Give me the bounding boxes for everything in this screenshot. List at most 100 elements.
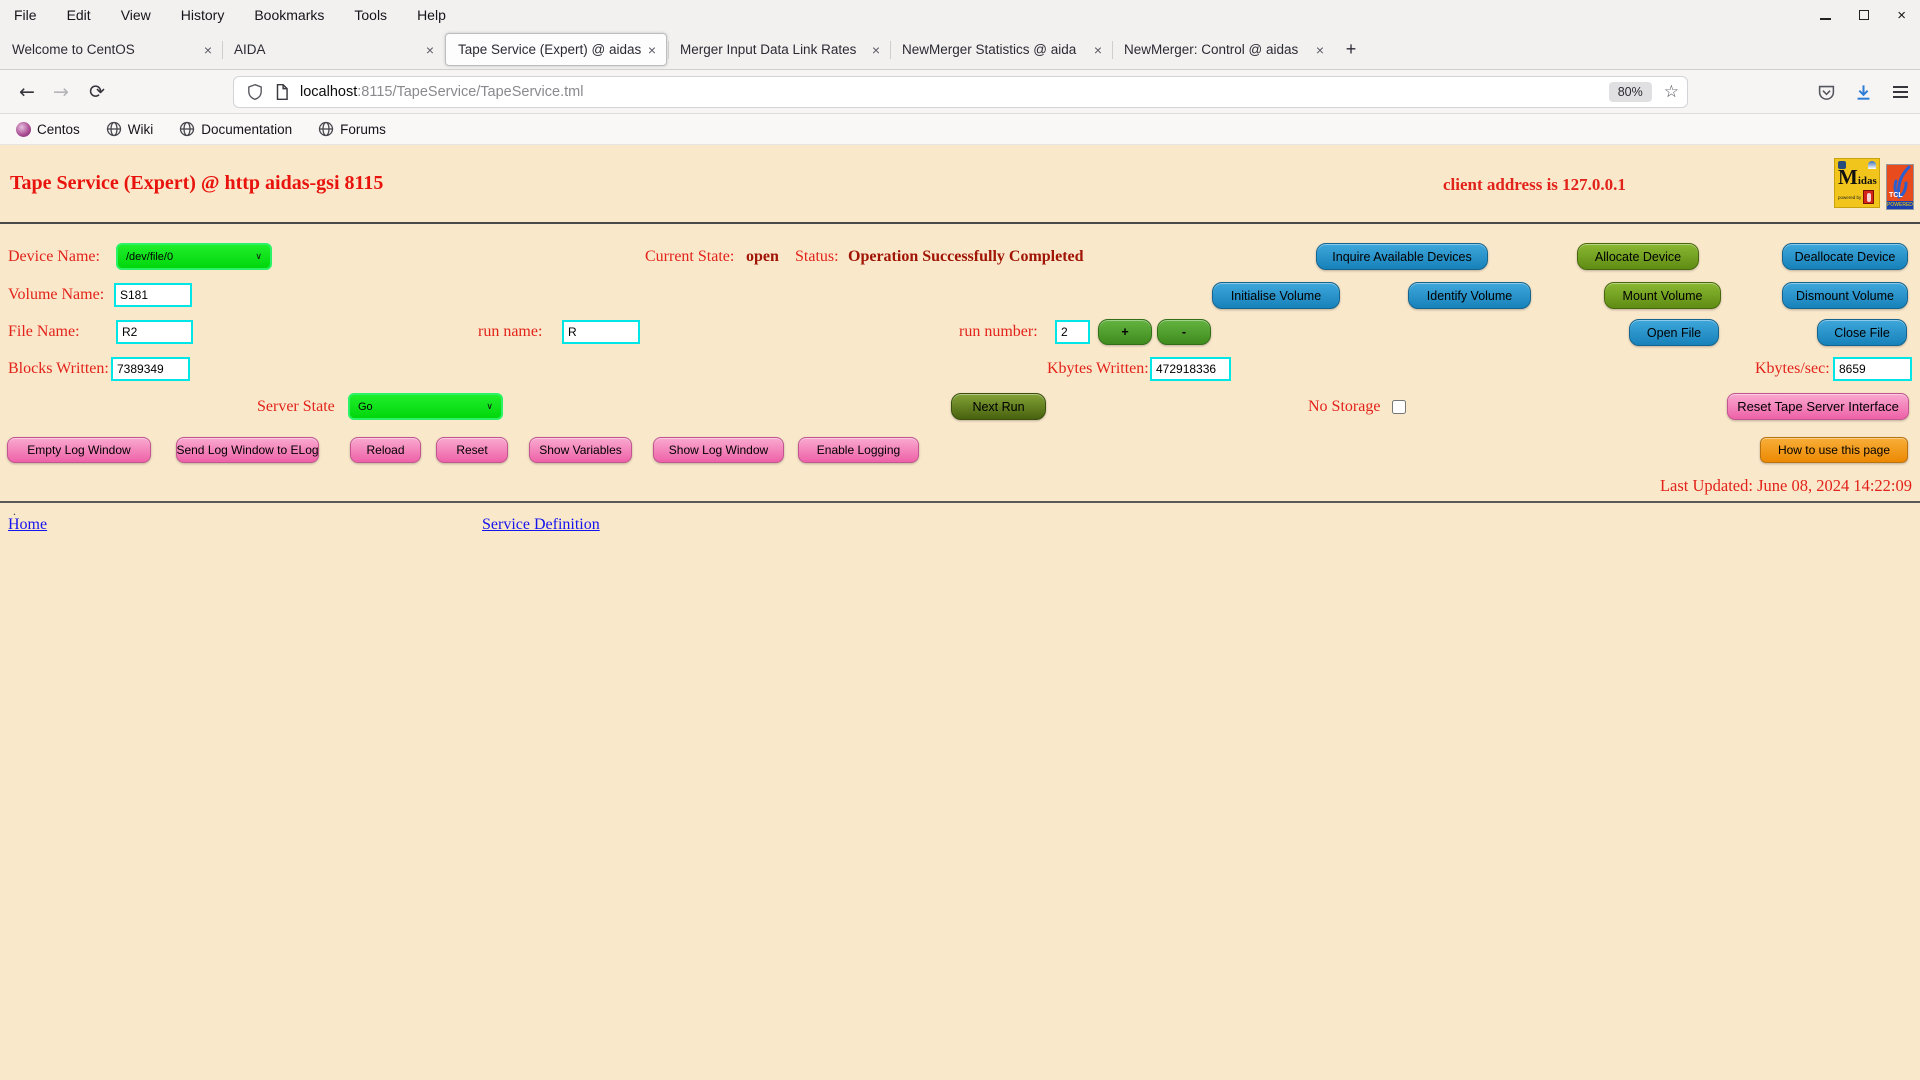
run-number-label: run number: <box>959 323 1038 340</box>
volume-name-input[interactable] <box>114 283 192 307</box>
new-tab-button[interactable]: + <box>1334 30 1368 69</box>
pocket-icon[interactable] <box>1811 77 1841 107</box>
current-state-label: Current State: <box>645 248 735 265</box>
url-bar[interactable]: localhost:8115/TapeService/TapeService.t… <box>233 76 1688 108</box>
send-log-window-to-elog-button[interactable]: Send Log Window to ELog <box>176 437 319 463</box>
tab-aida[interactable]: AIDA × <box>222 30 444 69</box>
status-label: Status: <box>795 248 839 265</box>
navigation-toolbar: ← → ⟳ localhost:8115/TapeService/TapeSer… <box>0 70 1920 114</box>
zoom-level-badge[interactable]: 80% <box>1608 82 1652 102</box>
chevron-down-icon: ∨ <box>486 401 493 412</box>
client-address: client address is 127.0.0.1 <box>1443 175 1626 194</box>
kbytes-written-label: Kbytes Written: <box>1047 360 1149 377</box>
menu-tools[interactable]: Tools <box>354 7 387 23</box>
reset-button[interactable]: Reset <box>436 437 508 463</box>
tcl-powered-text: POWERED <box>1887 201 1913 209</box>
url-path: :8115/TapeService/TapeService.tml <box>357 84 584 100</box>
page-info-icon[interactable] <box>273 83 291 101</box>
menu-edit[interactable]: Edit <box>67 7 91 23</box>
menu-bookmarks[interactable]: Bookmarks <box>254 7 324 23</box>
menu-help[interactable]: Help <box>417 7 446 23</box>
bookmark-forums[interactable]: Forums <box>318 121 386 137</box>
bookmark-wiki[interactable]: Wiki <box>106 121 153 137</box>
server-state-label: Server State <box>257 398 335 415</box>
bookmark-documentation[interactable]: Documentation <box>179 121 292 137</box>
run-number-input[interactable] <box>1055 320 1090 344</box>
kbytes-written-input[interactable] <box>1150 357 1231 381</box>
midas-logo-text: Midas <box>1838 165 1877 189</box>
menu-view[interactable]: View <box>121 7 151 23</box>
no-storage-label: No Storage <box>1308 398 1381 415</box>
menu-history[interactable]: History <box>181 7 225 23</box>
file-name-label: File Name: <box>8 323 80 340</box>
minimize-icon[interactable] <box>1820 7 1832 23</box>
tab-newmerger-statistics[interactable]: NewMerger Statistics @ aida × <box>890 30 1112 69</box>
dismount-volume-button[interactable]: Dismount Volume <box>1782 282 1908 309</box>
app-menu-icon[interactable] <box>1885 77 1915 107</box>
tab-tape-service-active[interactable]: Tape Service (Expert) @ aidas × <box>445 33 667 66</box>
tab-close-icon[interactable]: × <box>202 42 214 58</box>
chevron-down-icon: ∨ <box>255 251 262 262</box>
device-name-select[interactable]: /dev/file/0 ∨ <box>116 243 272 270</box>
globe-icon <box>106 121 121 137</box>
shield-icon[interactable] <box>246 83 264 101</box>
midas-powered-by-text: powered by <box>1838 194 1862 200</box>
blocks-written-input[interactable] <box>111 357 190 381</box>
tcl-powered-logo: TCL POWERED <box>1886 164 1914 210</box>
last-updated-text: Last Updated: June 08, 2024 14:22:09 <box>1659 476 1912 495</box>
maximize-icon[interactable] <box>1859 7 1870 23</box>
back-icon[interactable]: ← <box>12 77 42 107</box>
kbytes-per-sec-input[interactable] <box>1833 357 1912 381</box>
open-file-button[interactable]: Open File <box>1629 319 1719 346</box>
bookmark-star-icon[interactable]: ☆ <box>1664 82 1679 102</box>
deallocate-device-button[interactable]: Deallocate Device <box>1782 243 1908 270</box>
no-storage-checkbox[interactable] <box>1392 400 1406 414</box>
tab-close-icon[interactable]: × <box>1092 42 1104 58</box>
tab-close-icon[interactable]: × <box>870 42 882 58</box>
reload-button[interactable]: Reload <box>350 437 421 463</box>
current-state-value: open <box>746 248 779 265</box>
next-run-button[interactable]: Next Run <box>951 393 1046 420</box>
reload-icon[interactable]: ⟳ <box>82 77 112 107</box>
show-variables-button[interactable]: Show Variables <box>529 437 632 463</box>
tcl-logo-text: TCL <box>1889 192 1903 199</box>
inquire-available-devices-button[interactable]: Inquire Available Devices <box>1316 243 1488 270</box>
tab-close-icon[interactable]: × <box>646 42 658 58</box>
service-definition-link[interactable]: Service Definition <box>482 516 600 534</box>
url-text: localhost:8115/TapeService/TapeService.t… <box>300 84 1609 100</box>
downloads-icon[interactable] <box>1848 77 1878 107</box>
divider <box>0 501 1920 503</box>
server-state-select[interactable]: Go ∨ <box>348 393 503 420</box>
forward-icon[interactable]: → <box>46 77 76 107</box>
bookmark-centos[interactable]: Centos <box>16 121 80 137</box>
show-log-window-button[interactable]: Show Log Window <box>653 437 784 463</box>
tape-service-page: Tape Service (Expert) @ http aidas-gsi 8… <box>0 146 1920 1080</box>
run-name-input[interactable] <box>562 320 640 344</box>
tab-close-icon[interactable]: × <box>424 42 436 58</box>
mount-volume-button[interactable]: Mount Volume <box>1604 282 1721 309</box>
enable-logging-button[interactable]: Enable Logging <box>798 437 919 463</box>
identify-volume-button[interactable]: Identify Volume <box>1408 282 1531 309</box>
midas-powered-by-badge <box>1863 190 1875 204</box>
how-to-use-this-page-button[interactable]: How to use this page <box>1760 437 1908 463</box>
run-number-decrement-button[interactable]: - <box>1157 319 1211 345</box>
empty-log-window-button[interactable]: Empty Log Window <box>7 437 151 463</box>
tab-close-icon[interactable]: × <box>1314 42 1326 58</box>
close-file-button[interactable]: Close File <box>1817 319 1907 346</box>
tab-welcome-centos[interactable]: Welcome to CentOS × <box>0 30 222 69</box>
window-controls: × <box>1820 0 1906 30</box>
reset-tape-server-interface-button[interactable]: Reset Tape Server Interface <box>1727 393 1909 420</box>
menu-file[interactable]: File <box>14 7 37 23</box>
tab-merger-input[interactable]: Merger Input Data Link Rates × <box>668 30 890 69</box>
run-number-increment-button[interactable]: + <box>1098 319 1152 345</box>
home-link[interactable]: Home <box>8 516 47 534</box>
centos-icon <box>16 121 31 137</box>
initialise-volume-button[interactable]: Initialise Volume <box>1212 282 1340 309</box>
run-name-label: run name: <box>478 323 543 340</box>
allocate-device-button[interactable]: Allocate Device <box>1577 243 1699 270</box>
tab-newmerger-control[interactable]: NewMerger: Control @ aidas × <box>1112 30 1334 69</box>
tab-bar: Welcome to CentOS × AIDA × Tape Service … <box>0 30 1920 70</box>
file-name-input[interactable] <box>116 320 193 344</box>
window-close-icon[interactable]: × <box>1897 8 1906 23</box>
midas-logo: Midas powered by <box>1834 158 1880 208</box>
